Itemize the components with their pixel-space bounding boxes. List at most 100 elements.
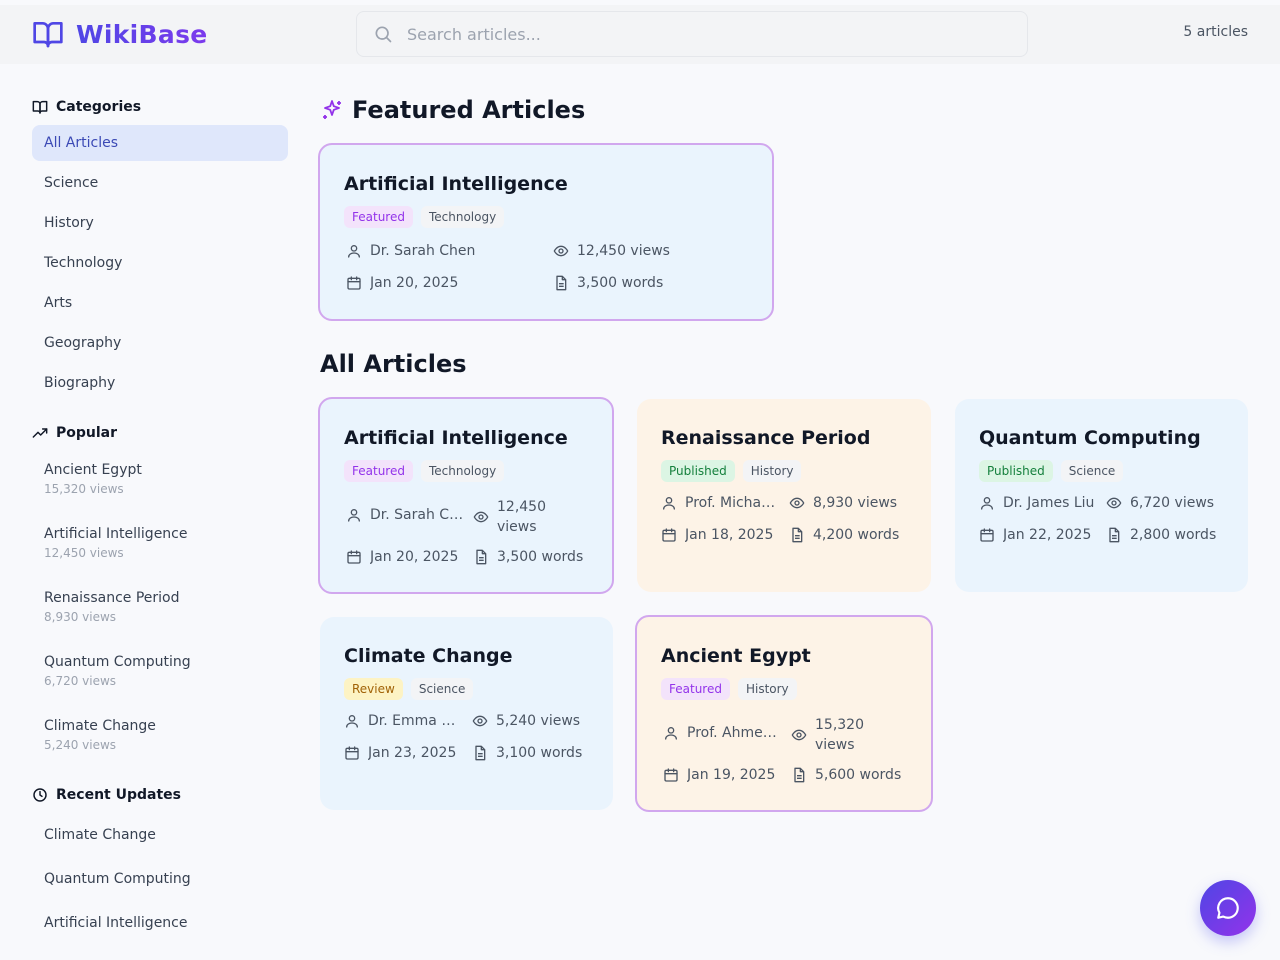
category-item-biography[interactable]: Biography [32,365,288,401]
article-views: 15,320 views [791,715,891,755]
popular-item-views: 8,930 views [44,610,117,624]
status-badge: Featured [344,460,413,482]
featured-title: Featured Articles [352,96,586,124]
category-badge: Technology [420,460,505,482]
sidebar: Categories All Articles Science History … [32,96,288,945]
user-icon [981,497,993,510]
category-item-history[interactable]: History [32,205,288,241]
chat-bubble-icon [1217,897,1239,919]
document-icon [1109,527,1120,543]
user-icon [346,715,358,728]
logo[interactable]: WikiBase [32,18,208,50]
article-words: 3,100 words [472,745,582,761]
article-title: Quantum Computing [979,427,1201,449]
document-icon [794,767,805,783]
popular-item-title: Artificial Intelligence [44,526,188,542]
recent-heading: Recent Updates [32,784,288,806]
article-author: Prof. Ahmed Hassan [663,725,781,741]
article-views: 8,930 views [789,495,897,511]
article-card[interactable]: Ancient Egypt Featured History Prof. Ahm… [635,615,933,812]
popular-item-title: Renaissance Period [44,590,180,606]
category-item-arts[interactable]: Arts [32,285,288,321]
article-card[interactable]: Artificial Intelligence Featured Technol… [318,397,614,594]
document-icon [556,275,567,291]
eye-icon [1106,497,1122,509]
category-item-geography[interactable]: Geography [32,325,288,361]
all-articles-title: All Articles [320,350,467,378]
featured-heading: Featured Articles [320,96,585,124]
recent-title: Recent Updates [56,787,181,803]
category-item-all-articles[interactable]: All Articles [32,125,288,161]
article-author: Dr. Sarah Chen [346,507,464,523]
article-words: 4,200 words [789,527,899,543]
category-item-science[interactable]: Science [32,165,288,201]
category-badge: Science [410,678,474,700]
sparkles-icon [323,100,341,119]
article-author: Dr. James Liu [979,495,1109,511]
popular-item[interactable]: Ancient Egypt 15,320 views [32,448,288,512]
popular-item-title: Ancient Egypt [44,462,142,478]
app-header: WikiBase 5 articles [0,5,1280,64]
categories-title: Categories [56,99,142,115]
document-icon [475,745,486,761]
article-title: Climate Change [344,645,513,667]
category-item-technology[interactable]: Technology [32,245,288,281]
popular-item-views: 15,320 views [44,482,124,496]
category-badge: Technology [420,206,505,228]
article-date: Jan 18, 2025 [661,527,773,543]
document-icon [476,549,487,565]
article-card[interactable]: Climate Change Review Science Dr. Emma R… [320,617,613,810]
article-views: 5,240 views [472,713,580,729]
article-author: Prof. Michael Rossi [661,495,781,511]
user-icon [663,497,675,510]
article-date: Jan 20, 2025 [346,549,458,565]
popular-item-title: Quantum Computing [44,654,191,670]
clock-icon [33,788,47,802]
article-card[interactable]: Quantum Computing Published Science Dr. … [955,399,1248,592]
chat-button[interactable] [1200,880,1256,936]
popular-item[interactable]: Quantum Computing 6,720 views [32,640,288,704]
book-open-icon [32,100,48,114]
calendar-icon [662,528,676,542]
popular-item[interactable]: Artificial Intelligence 12,450 views [32,512,288,576]
article-date: Jan 19, 2025 [663,767,775,783]
user-icon [665,727,677,740]
article-date: Jan 22, 2025 [979,527,1091,543]
popular-item-views: 6,720 views [44,674,117,688]
app-name: WikiBase [76,19,208,49]
article-words: 5,600 words [791,767,901,783]
book-open-icon [33,22,63,48]
recent-item[interactable]: Quantum Computing [32,857,288,901]
popular-item-views: 12,450 views [44,546,124,560]
popular-item[interactable]: Climate Change 5,240 views [32,704,288,768]
user-icon [348,245,360,258]
article-title: Artificial Intelligence [344,173,568,195]
article-date: Jan 23, 2025 [344,745,456,761]
article-title: Renaissance Period [661,427,871,449]
eye-icon [472,715,488,727]
article-card[interactable]: Renaissance Period Published History Pro… [637,399,931,592]
featured-article-card[interactable]: Artificial Intelligence Featured Technol… [318,143,774,321]
recent-list: Climate Change Quantum Computing Artific… [32,813,288,945]
search-box[interactable] [356,11,1028,57]
popular-title: Popular [56,425,118,441]
article-count: 5 articles [1183,24,1248,40]
eye-icon [553,245,569,257]
popular-item[interactable]: Renaissance Period 8,930 views [32,576,288,640]
article-author: Dr. Emma Rodriguez [344,713,464,729]
calendar-icon [980,528,994,542]
eye-icon [473,511,489,523]
article-views: 12,450 views [473,497,573,537]
calendar-icon [345,746,359,760]
category-badge: History [742,460,802,482]
search-input[interactable] [407,24,967,44]
recent-item[interactable]: Artificial Intelligence [32,901,288,945]
document-icon [792,527,803,543]
article-words: 2,800 words [1106,527,1216,543]
calendar-icon [664,768,678,782]
recent-item[interactable]: Climate Change [32,813,288,857]
article-views: 6,720 views [1106,495,1214,511]
popular-heading: Popular [32,422,288,444]
search-icon [375,26,392,43]
article-date: Jan 20, 2025 [346,275,458,291]
